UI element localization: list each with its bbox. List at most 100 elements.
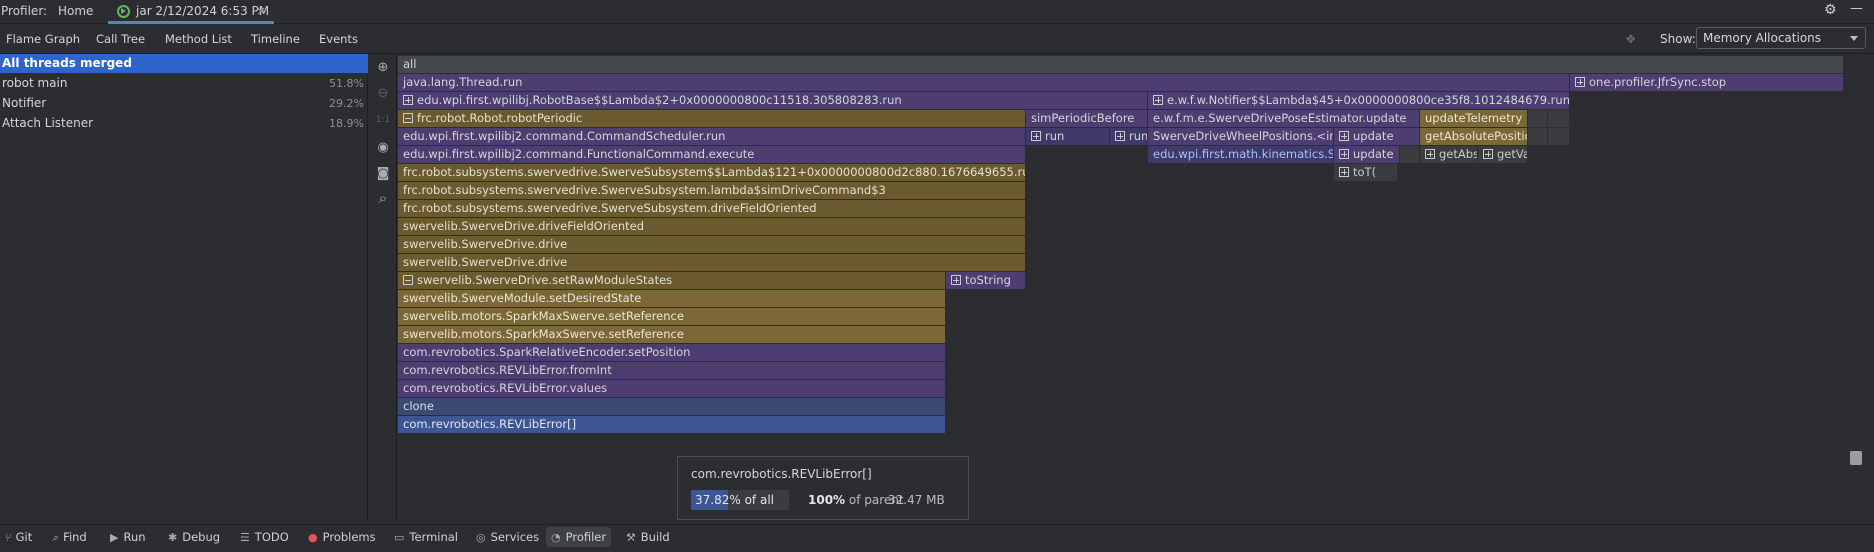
thread-percent: 18.9%: [329, 117, 364, 130]
status-bar: [0, 548, 1874, 552]
tab-flame-graph[interactable]: Flame Graph: [6, 32, 80, 46]
search-icon[interactable]: ⌕: [375, 190, 391, 206]
thread-name: Notifier: [2, 96, 47, 110]
tab-session[interactable]: jar 2/12/2024 6:53 PM: [136, 4, 269, 18]
close-tab-icon[interactable]: ×: [256, 4, 266, 18]
thread-item-robot-main[interactable]: robot main 51.8%: [0, 74, 368, 93]
bug-icon: ✱: [168, 531, 178, 544]
terminal-icon: ▭: [394, 531, 405, 544]
show-dropdown-value: Memory Allocations: [1703, 31, 1822, 45]
thread-name: Attach Listener: [2, 116, 94, 130]
profiler-label: Profiler:: [1, 4, 48, 18]
frame-tooltip: com.revrobotics.REVLibError[] 37.82% of …: [677, 456, 969, 520]
scroll-thumb[interactable]: [1850, 451, 1862, 465]
frame-pose-estimator-update[interactable]: e.w.f.m.e.SwerveDrivePoseEstimator.updat…: [1148, 110, 1420, 127]
frame-set-position[interactable]: com.revrobotics.SparkRelativeEncoder.set…: [398, 344, 946, 361]
frame-drive-field-oriented[interactable]: swervelib.SwerveDrive.driveFieldOriented: [398, 218, 1026, 235]
frame-small[interactable]: [1400, 146, 1420, 163]
thread-percent: 29.2%: [329, 97, 364, 110]
frame-run[interactable]: run: [1110, 128, 1148, 145]
gear-icon[interactable]: ⚙: [1824, 2, 1837, 18]
frame-to-string[interactable]: toString: [946, 272, 1026, 289]
tool-git[interactable]: ⑂ Git: [4, 530, 32, 544]
frame-subsystem-lambda[interactable]: frc.robot.subsystems.swervedrive.SwerveS…: [398, 164, 1026, 181]
frame-sim-periodic[interactable]: simPeriodicBefore: [1026, 110, 1148, 127]
frame-set-reference[interactable]: swervelib.motors.SparkMaxSwerve.setRefer…: [398, 308, 946, 325]
show-label: Show:: [1660, 32, 1696, 46]
frame-jfr-stop[interactable]: one.profiler.JfrSync.stop: [1570, 74, 1844, 91]
tab-method-list[interactable]: Method List: [165, 32, 232, 46]
tab-events[interactable]: Events: [319, 32, 358, 46]
frame-thread-run[interactable]: java.lang.Thread.run: [398, 74, 1570, 91]
frame-all[interactable]: all: [398, 56, 1844, 73]
frame-kinematics[interactable]: edu.wpi.first.math.kinematics.Swe: [1148, 146, 1334, 163]
frame-set-raw-module-states[interactable]: swervelib.SwerveDrive.setRawModuleStates: [398, 272, 946, 289]
camera-icon[interactable]: ◙: [375, 166, 391, 182]
frame-robot-periodic[interactable]: frc.robot.Robot.robotPeriodic: [398, 110, 1026, 127]
play-icon: ▶: [110, 531, 119, 544]
frame-functional-cmd-execute[interactable]: edu.wpi.first.wpilibj2.command.Functiona…: [398, 146, 1026, 163]
tooltip-title: com.revrobotics.REVLibError[]: [691, 467, 872, 481]
tool-todo[interactable]: ☰ TODO: [240, 530, 289, 544]
frame-tot[interactable]: toT(: [1334, 164, 1398, 181]
zoom-out-icon[interactable]: ⊖: [375, 86, 391, 102]
tooltip-size: 32.47 MB: [888, 493, 945, 507]
zoom-in-icon[interactable]: ⊕: [375, 60, 391, 76]
frame-drive[interactable]: swervelib.SwerveDrive.drive: [398, 236, 1026, 253]
thread-name: robot main: [2, 76, 68, 90]
thread-item-all[interactable]: All threads merged: [0, 54, 368, 73]
tool-problems[interactable]: ● Problems: [308, 530, 376, 544]
session-running-icon: [117, 5, 130, 18]
frame-run[interactable]: run: [1026, 128, 1110, 145]
tool-services[interactable]: ◎ Services: [476, 530, 539, 544]
thread-name: All threads merged: [2, 56, 132, 70]
tool-build[interactable]: ⚒ Build: [626, 530, 670, 544]
frame-update[interactable]: update: [1334, 146, 1400, 163]
frame-revlib-error-array[interactable]: com.revrobotics.REVLibError[]: [398, 416, 946, 433]
tab-call-tree[interactable]: Call Tree: [96, 32, 145, 46]
frame-from-int[interactable]: com.revrobotics.REVLibError.fromInt: [398, 362, 946, 379]
show-dropdown[interactable]: Memory Allocations: [1696, 27, 1866, 49]
tool-terminal[interactable]: ▭ Terminal: [394, 530, 458, 544]
flame-graph: all java.lang.Thread.run one.profiler.Jf…: [398, 54, 1844, 520]
thread-item-attach-listener[interactable]: Attach Listener 18.9%: [0, 114, 368, 133]
frame-cmd-scheduler-run[interactable]: edu.wpi.first.wpilibj2.command.CommandSc…: [398, 128, 1026, 145]
frame-small[interactable]: [1548, 128, 1570, 145]
frame-small[interactable]: [1548, 110, 1570, 127]
frame-set-reference[interactable]: swervelib.motors.SparkMaxSwerve.setRefer…: [398, 326, 946, 343]
frame-clone[interactable]: clone: [398, 398, 946, 415]
frame-get-abso[interactable]: getAbso: [1420, 146, 1478, 163]
tool-find[interactable]: ⌕ Find: [52, 530, 87, 545]
tool-debug[interactable]: ✱ Debug: [168, 530, 220, 544]
tool-window-bar: ⑂ Git ⌕ Find ▶ Run ✱ Debug ☰ TODO ● Problems ▭…: [0, 524, 1874, 548]
frame-small[interactable]: [1528, 128, 1548, 145]
hammer-icon: ⚒: [626, 531, 636, 544]
eye-icon[interactable]: ◉: [375, 140, 391, 156]
thread-item-notifier[interactable]: Notifier 29.2%: [0, 94, 368, 113]
minimize-icon[interactable]: —: [1850, 1, 1863, 16]
frame-robotbase-lambda[interactable]: edu.wpi.first.wpilibj.RobotBase$$Lambda$…: [398, 92, 1148, 109]
frame-get-absolute-position[interactable]: getAbsolutePosition: [1420, 128, 1528, 145]
frame-values[interactable]: com.revrobotics.REVLibError.values: [398, 380, 946, 397]
tab-timeline[interactable]: Timeline: [251, 32, 300, 46]
chevron-down-icon: [1850, 36, 1858, 41]
frame-drive[interactable]: swervelib.SwerveDrive.drive: [398, 254, 1026, 271]
frame-get-va[interactable]: getVa: [1478, 146, 1528, 163]
frame-small[interactable]: [1528, 110, 1548, 127]
error-icon: ●: [308, 531, 318, 544]
frame-notifier-lambda[interactable]: e.w.f.w.Notifier$$Lambda$45+0x0000000800…: [1148, 92, 1570, 109]
frame-subsystem-lambda-sim[interactable]: frc.robot.subsystems.swervedrive.SwerveS…: [398, 182, 1026, 199]
tooltip-percent-all: 37.82% of all: [695, 493, 774, 507]
reset-zoom-icon[interactable]: 1:1: [375, 112, 391, 128]
frame-set-desired-state[interactable]: swervelib.SwerveModule.setDesiredState: [398, 290, 946, 307]
profiler-icon: ◔: [551, 531, 561, 544]
pin-icon[interactable]: ✥: [1626, 32, 1636, 46]
git-icon: ⑂: [4, 531, 11, 544]
frame-update-telemetry[interactable]: updateTelemetry: [1420, 110, 1528, 127]
frame-drive-field-oriented-sub[interactable]: frc.robot.subsystems.swervedrive.SwerveS…: [398, 200, 1026, 217]
tool-profiler[interactable]: ◔ Profiler: [546, 527, 612, 547]
frame-update[interactable]: update: [1334, 128, 1420, 145]
tool-run[interactable]: ▶ Run: [110, 530, 146, 544]
frame-wheel-positions-init[interactable]: SwerveDriveWheelPositions.<init>: [1148, 128, 1334, 145]
tab-home[interactable]: Home: [58, 4, 93, 18]
